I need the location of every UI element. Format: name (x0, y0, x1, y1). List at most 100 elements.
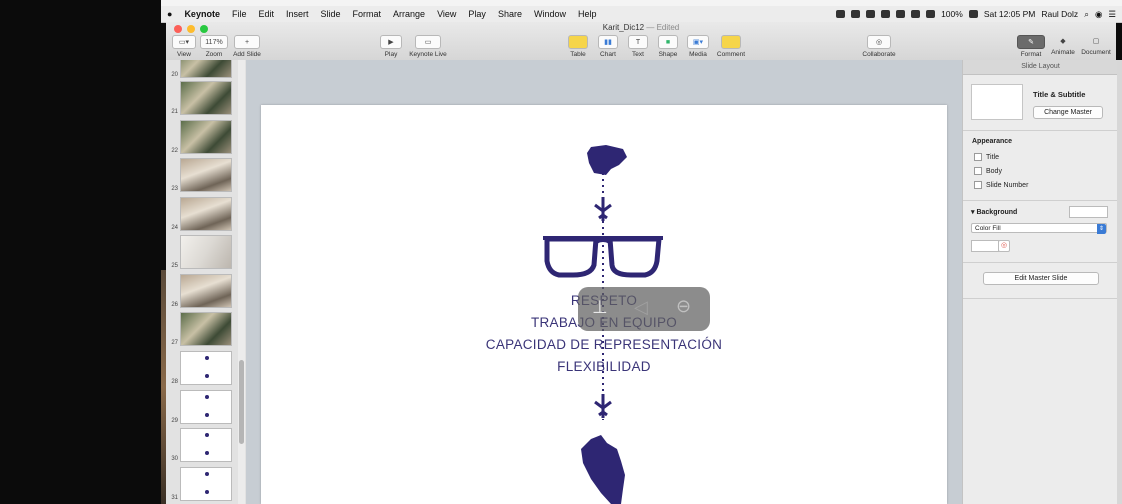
slide-thumbnail-29[interactable]: 29 (166, 388, 238, 426)
bluetooth-icon[interactable] (911, 10, 921, 18)
slide-thumbnail-27[interactable]: 27 (166, 310, 238, 348)
master-thumbnail[interactable] (971, 84, 1023, 120)
appearance-section: Appearance Title Body Slide Number (963, 130, 1118, 201)
slide-navigator[interactable]: 20 21 22 23 24 25 26 27 28 29 30 31 (166, 60, 247, 504)
airplane-icon (594, 394, 612, 418)
collaborate-label: Collaborate (862, 51, 896, 58)
slide-thumbnail-30[interactable]: 30 (166, 426, 238, 464)
keynote-live-button[interactable]: ▭ Keynote Live (406, 35, 450, 58)
zoom-select[interactable]: 117% (200, 35, 228, 49)
slide-text-line-3[interactable]: CAPACIDAD DE REPRESENTACIÓN (261, 337, 947, 352)
menu-arrange[interactable]: Arrange (387, 9, 431, 19)
status-icon-1[interactable] (836, 10, 846, 18)
battery-percent[interactable]: 100% (941, 9, 963, 19)
table-button[interactable]: Table (566, 35, 590, 58)
checkbox-box[interactable] (974, 181, 982, 189)
body-checkbox[interactable]: Body (974, 164, 1028, 178)
plus-icon: + (234, 35, 260, 49)
slide-thumbnail-24[interactable]: 24 (166, 195, 238, 233)
media-button[interactable]: ▣▾ Media (686, 35, 710, 58)
slide-number-checkbox[interactable]: Slide Number (974, 178, 1028, 192)
status-icon-4[interactable] (881, 10, 891, 18)
text-button[interactable]: T Text (626, 35, 650, 58)
fill-type-select[interactable]: Color Fill ⇕ (971, 223, 1107, 234)
paintbrush-icon: ✎ (1017, 35, 1045, 49)
clock[interactable]: Sat 12:05 PM (984, 9, 1036, 19)
animate-button[interactable]: ◆ Animate (1048, 35, 1078, 56)
apple-menu-icon[interactable]: ● (161, 9, 178, 19)
play-button[interactable]: ▶ Play (378, 35, 404, 58)
slide-thumbnail-31[interactable]: 31 (166, 465, 238, 503)
slide-text-line-4[interactable]: FLEXIBILIDAD (261, 359, 947, 374)
format-button[interactable]: ✎ Format (1016, 35, 1046, 58)
navigator-scrollbar[interactable] (238, 60, 245, 504)
menu-app-name[interactable]: Keynote (178, 9, 226, 19)
desktop-background (0, 0, 161, 504)
checkbox-box[interactable] (974, 167, 982, 175)
chart-button[interactable]: ▮▮ Chart (596, 35, 620, 58)
slide-thumbnail-26[interactable]: 26 (166, 272, 238, 310)
dropbox-icon[interactable] (866, 10, 876, 18)
title-checkbox[interactable]: Title (974, 150, 1028, 164)
comment-icon (721, 35, 741, 49)
slide-thumbnail-20[interactable]: 20 (166, 60, 238, 80)
siri-icon[interactable]: ◉ (1095, 9, 1102, 20)
scrollbar-thumb[interactable] (239, 360, 244, 444)
menu-file[interactable]: File (226, 9, 253, 19)
slide-thumbnail-22[interactable]: 22 (166, 118, 238, 156)
document-button[interactable]: ▢ Document (1080, 35, 1112, 56)
menu-slide[interactable]: Slide (315, 9, 347, 19)
view-button[interactable]: ▭▾ View (172, 35, 196, 58)
fill-color-swatch[interactable] (971, 240, 999, 252)
add-slide-button[interactable]: + Add Slide (232, 35, 262, 58)
mute-hud-overlay: ⊥ ◁ ⊖ (578, 287, 710, 331)
notification-center-icon[interactable]: ☰ (1108, 9, 1116, 20)
status-icon-5[interactable] (896, 10, 906, 18)
change-master-button[interactable]: Change Master (1033, 106, 1103, 119)
animate-label: Animate (1051, 49, 1075, 56)
minus-circle-icon[interactable]: ⊖ (676, 296, 691, 317)
shape-label: Shape (658, 51, 678, 58)
collaborate-button[interactable]: ◎ Collaborate (862, 35, 896, 58)
slide-thumbnail-image (180, 428, 232, 462)
zoom-button[interactable]: 117% Zoom (200, 35, 228, 58)
slide-thumbnail-28[interactable]: 28 (166, 349, 238, 387)
status-icon-2[interactable] (851, 10, 861, 18)
document-title: Karit_Dic12 — Edited (166, 23, 1116, 32)
background-color-well[interactable] (1069, 206, 1108, 218)
menu-format[interactable]: Format (347, 9, 388, 19)
slide-thumbnail-21[interactable]: 21 (166, 79, 238, 117)
inspector-header: Slide Layout (963, 60, 1118, 75)
menu-view[interactable]: View (431, 9, 462, 19)
background-section: ▾ Background Color Fill ⇕ ◎ (963, 200, 1118, 263)
slide-canvas[interactable]: RESPETO TRABAJO EN EQUIPO CAPACIDAD DE R… (246, 60, 962, 504)
body-checkbox-label: Body (986, 167, 1002, 175)
user-name[interactable]: Raul Dolz (1041, 9, 1078, 19)
color-wheel-icon[interactable]: ◎ (998, 240, 1010, 252)
edit-master-slide-button[interactable]: Edit Master Slide (983, 272, 1099, 285)
menu-insert[interactable]: Insert (280, 9, 315, 19)
wifi-icon[interactable] (926, 10, 936, 18)
checkbox-box[interactable] (974, 153, 982, 161)
menu-play[interactable]: Play (462, 9, 492, 19)
thumb-mark (205, 472, 209, 476)
menu-edit[interactable]: Edit (252, 9, 280, 19)
slide-thumbnail-23[interactable]: 23 (166, 156, 238, 194)
slide-thumbnail-25[interactable]: 25 (166, 233, 238, 271)
slide-thumbnail-image (180, 274, 232, 308)
battery-icon[interactable] (968, 10, 978, 18)
background-heading[interactable]: ▾ Background (971, 208, 1017, 216)
menu-share[interactable]: Share (492, 9, 528, 19)
comment-button[interactable]: Comment (716, 35, 746, 58)
spotlight-icon[interactable]: ⌕ (1084, 9, 1089, 20)
slide-thumbnail-image (180, 235, 232, 269)
shape-button[interactable]: ■ Shape (656, 35, 680, 58)
speaker-muted-icon[interactable]: ◁ (634, 297, 648, 318)
thumb-mark (205, 395, 209, 399)
menu-help[interactable]: Help (572, 9, 603, 19)
pin-icon[interactable]: ⊥ (592, 297, 608, 318)
document-icon: ▢ (1092, 38, 1100, 45)
menu-window[interactable]: Window (528, 9, 572, 19)
keynote-live-label: Keynote Live (409, 51, 447, 58)
play-label: Play (384, 51, 398, 58)
